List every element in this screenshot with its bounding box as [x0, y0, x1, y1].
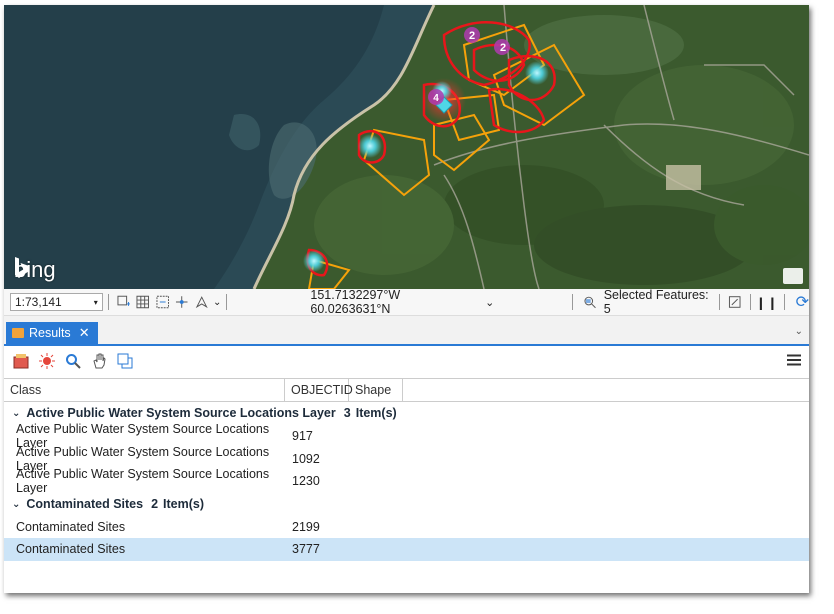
- grid-icon[interactable]: [136, 295, 150, 309]
- divider: [749, 294, 751, 310]
- cell-objectid: 1230: [292, 474, 320, 489]
- scale-value: 1:73,141: [15, 295, 62, 309]
- cell-objectid: 3777: [292, 542, 320, 557]
- divider: [107, 294, 109, 310]
- group-header-contaminated-sites[interactable]: ⌄ Contaminated Sites 2 Item(s): [4, 493, 809, 516]
- bing-logo: bing: [14, 257, 56, 283]
- cell-class: Contaminated Sites: [16, 519, 126, 534]
- tab-results-label: Results: [29, 326, 71, 340]
- grid-header: Class OBJECTID Shape: [4, 378, 809, 402]
- table-row[interactable]: Active Public Water System Source Locati…: [4, 467, 809, 496]
- group-count: 3: [343, 406, 351, 421]
- select-features-icon: [584, 296, 597, 309]
- menu-icon[interactable]: [787, 354, 801, 366]
- table-row[interactable]: Contaminated Sites 2199: [4, 515, 809, 538]
- group-count-label: Item(s): [355, 406, 397, 421]
- navigation-icon[interactable]: [195, 295, 208, 309]
- tab-results[interactable]: Results ✕: [6, 322, 98, 344]
- column-header-class[interactable]: Class: [4, 379, 285, 401]
- bing-logo-icon: [15, 257, 29, 278]
- column-header-objectid[interactable]: OBJECTID: [285, 379, 353, 401]
- map-extent-icon[interactable]: [728, 295, 741, 309]
- scale-dropdown[interactable]: 1:73,141 ▾: [10, 293, 103, 311]
- map-overlay-icon[interactable]: [783, 268, 803, 284]
- crosshair-icon[interactable]: [175, 295, 188, 309]
- add-grid-icon[interactable]: [117, 295, 131, 309]
- map-imagery[interactable]: 2 2 4: [4, 5, 809, 289]
- map-view[interactable]: 2 2 4 bing: [4, 5, 809, 289]
- chevron-down-icon[interactable]: ⌄: [12, 408, 20, 419]
- cell-class: Contaminated Sites: [16, 542, 126, 557]
- results-pane-tabs: Results ✕ ⌄: [4, 316, 809, 346]
- group-name: Active Public Water System Source Locati…: [26, 406, 336, 421]
- cell-objectid: 917: [292, 429, 313, 444]
- cluster-count-1[interactable]: 2: [469, 30, 475, 42]
- chevron-down-icon: ▾: [93, 297, 98, 307]
- snapping-icon[interactable]: [156, 295, 169, 309]
- selected-features-label: Selected Features: 5: [603, 288, 709, 316]
- column-header-shape[interactable]: Shape: [349, 379, 403, 401]
- group-count-label: Item(s): [163, 497, 205, 512]
- results-toolbar: [4, 346, 809, 376]
- table-row-selected[interactable]: Contaminated Sites 3777: [4, 538, 809, 561]
- chevron-down-icon[interactable]: ⌄: [213, 297, 221, 308]
- flash-feature-icon[interactable]: [38, 352, 56, 370]
- refresh-icon[interactable]: ⟳: [796, 292, 809, 312]
- selected-features[interactable]: Selected Features: 5: [580, 288, 714, 316]
- zoom-to-icon[interactable]: [64, 352, 82, 370]
- group-count: 2: [151, 497, 159, 512]
- divider: [226, 294, 228, 310]
- app-window: 2 2 4 bing 1:73,141 ▾ ⌄ 151.7132297°W 60…: [4, 5, 809, 593]
- cluster-count-3[interactable]: 4: [433, 93, 439, 104]
- clear-results-icon[interactable]: [12, 352, 30, 370]
- coordinate-readout: 151.7132297°W 60.0263631°N: [310, 288, 401, 316]
- cell-class: Active Public Water System Source Locati…: [16, 467, 270, 496]
- close-icon[interactable]: ✕: [79, 325, 90, 341]
- divider: [719, 294, 721, 310]
- cell-objectid: 2199: [292, 519, 320, 534]
- divider: [572, 294, 574, 310]
- chevron-down-icon[interactable]: ⌄: [795, 326, 803, 337]
- copy-results-icon[interactable]: [116, 352, 134, 370]
- cluster-count-2[interactable]: 2: [500, 42, 506, 54]
- cell-objectid: 1092: [292, 451, 320, 466]
- group-name: Contaminated Sites: [26, 497, 144, 512]
- results-grid: Class OBJECTID Shape ⌄ Active Public Wat…: [4, 378, 809, 593]
- results-tab-icon: [12, 328, 24, 338]
- chevron-down-icon[interactable]: ⌄: [12, 499, 20, 510]
- divider: [783, 294, 785, 310]
- pan-to-icon[interactable]: [90, 352, 108, 370]
- map-status-bar: 1:73,141 ▾ ⌄ 151.7132297°W 60.0263631°N …: [4, 288, 809, 316]
- coordinate-format-chevron-icon[interactable]: ⌄: [485, 296, 494, 309]
- pause-drawing-icon[interactable]: ❙❙: [756, 295, 779, 310]
